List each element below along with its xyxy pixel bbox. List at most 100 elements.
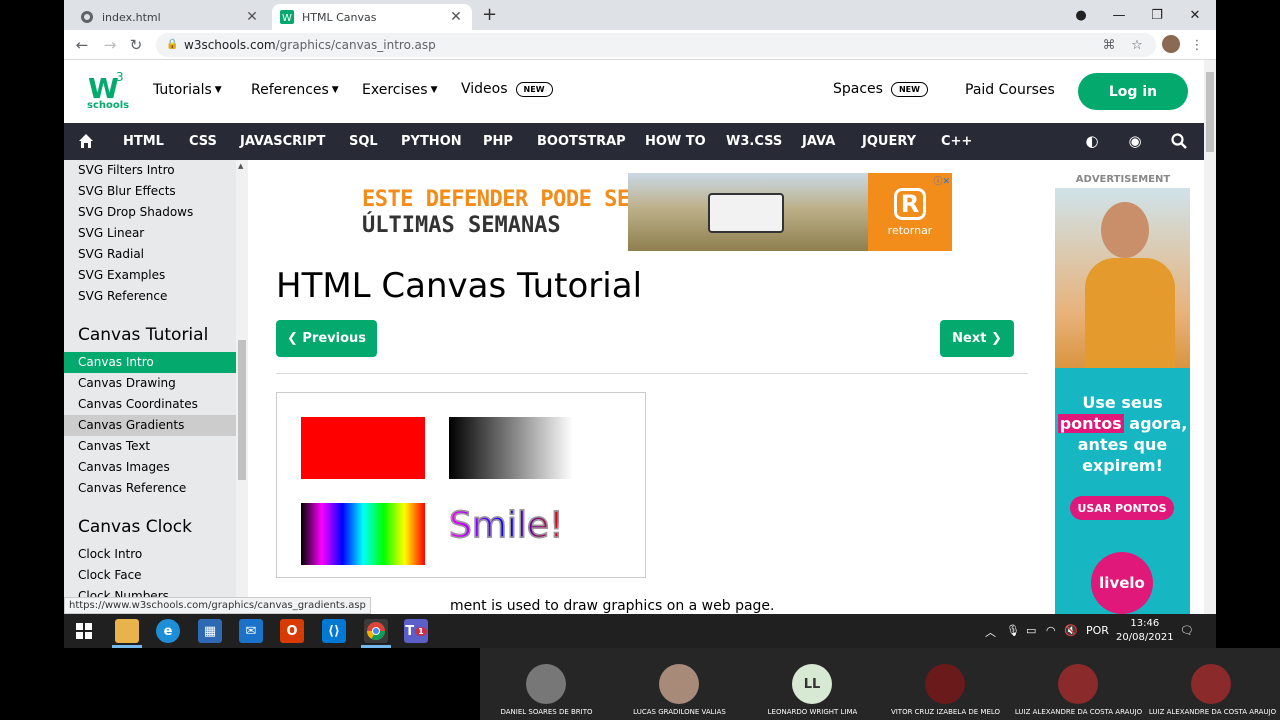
nav-references[interactable]: References ▼ bbox=[251, 82, 339, 98]
nav-spaces[interactable]: Spaces NEW bbox=[833, 81, 928, 97]
profile-avatar[interactable] bbox=[1162, 35, 1180, 53]
previous-button[interactable]: ❮ Previous bbox=[276, 320, 377, 357]
notifications-icon[interactable]: 🗨 bbox=[1180, 624, 1194, 637]
store-icon[interactable]: ▦ bbox=[198, 619, 222, 643]
avatar bbox=[1058, 664, 1098, 704]
teams-icon[interactable]: T1 bbox=[404, 619, 428, 643]
minimize-button[interactable]: — bbox=[1100, 0, 1138, 30]
topic-bootstrap[interactable]: BOOTSTRAP bbox=[537, 134, 626, 149]
new-badge: NEW bbox=[515, 81, 553, 97]
side-ad[interactable]: Use seus pontos agora, antes que expirem… bbox=[1055, 188, 1190, 614]
sidebar-scroll-thumb[interactable] bbox=[238, 340, 246, 480]
topic-javascript[interactable]: JAVASCRIPT bbox=[240, 134, 325, 149]
ad-close-icon[interactable]: ⓘ✕ bbox=[933, 174, 950, 187]
sidebar-heading-canvas: Canvas Tutorial bbox=[78, 325, 209, 345]
sidebar-item[interactable]: Canvas Coordinates bbox=[64, 394, 236, 415]
microphone-icon[interactable]: 🎙 bbox=[1006, 624, 1020, 637]
close-window-button[interactable]: ✕ bbox=[1176, 0, 1214, 30]
windows-start-icon[interactable] bbox=[72, 619, 96, 643]
page-scroll-thumb[interactable] bbox=[1206, 72, 1214, 152]
tab-index[interactable]: index.html ✕ bbox=[72, 4, 268, 30]
participant-tile[interactable]: VITOR CRUZ IZABELA DE MELO bbox=[879, 648, 1012, 720]
sidebar-item[interactable]: SVG Examples bbox=[64, 265, 236, 286]
main-content: ESTE DEFENDER PODE SER SEU ÚLTIMAS SEMAN… bbox=[250, 160, 1042, 614]
back-icon[interactable]: ← bbox=[72, 35, 92, 55]
nav-exercises[interactable]: Exercises ▼ bbox=[362, 82, 437, 98]
participant-tile[interactable]: LUCAS GRADILONE VALIAS bbox=[613, 648, 746, 720]
new-tab-button[interactable]: + bbox=[482, 4, 497, 25]
edge-icon[interactable]: e bbox=[156, 619, 180, 643]
topic-w3css[interactable]: W3.CSS bbox=[726, 134, 782, 149]
page-title: HTML Canvas Tutorial bbox=[276, 266, 643, 306]
vscode-icon[interactable]: ⟨⟩ bbox=[322, 619, 346, 643]
sidebar-item-canvas-intro[interactable]: Canvas Intro bbox=[64, 352, 236, 373]
file-explorer-icon[interactable] bbox=[115, 619, 139, 643]
sidebar-item[interactable]: Canvas Text bbox=[64, 436, 236, 457]
chrome-icon[interactable] bbox=[364, 619, 388, 643]
reload-icon[interactable]: ↻ bbox=[126, 35, 146, 55]
next-button[interactable]: Next ❯ bbox=[940, 320, 1014, 357]
topic-howto[interactable]: HOW TO bbox=[645, 134, 706, 149]
banner-ad[interactable]: ESTE DEFENDER PODE SER SEU ÚLTIMAS SEMAN… bbox=[360, 173, 952, 251]
sidebar-item[interactable]: SVG Drop Shadows bbox=[64, 202, 236, 223]
topic-css[interactable]: CSS bbox=[189, 134, 217, 149]
topic-cpp[interactable]: C++ bbox=[941, 134, 972, 149]
forward-icon[interactable]: → bbox=[100, 35, 120, 55]
topic-python[interactable]: PYTHON bbox=[401, 134, 462, 149]
battery-icon[interactable]: ▭ bbox=[1026, 624, 1036, 637]
nav-tutorials[interactable]: Tutorials ▼ bbox=[153, 82, 222, 98]
topic-php[interactable]: PHP bbox=[483, 134, 513, 149]
office-icon[interactable]: O bbox=[280, 619, 304, 643]
topic-jquery[interactable]: JQUERY bbox=[862, 134, 916, 149]
ad-cta-button[interactable]: USAR PONTOS bbox=[1070, 496, 1174, 520]
nav-videos[interactable]: Videos NEW bbox=[461, 81, 553, 97]
sidebar-item[interactable]: SVG Blur Effects bbox=[64, 181, 236, 202]
sidebar-item[interactable]: Clock Intro bbox=[64, 544, 236, 565]
star-icon[interactable]: ☆ bbox=[1128, 36, 1146, 54]
search-icon[interactable] bbox=[1169, 131, 1189, 151]
w3schools-logo[interactable]: W 3 schools bbox=[86, 70, 130, 114]
home-icon[interactable] bbox=[76, 131, 96, 151]
sidebar-item[interactable]: Canvas Drawing bbox=[64, 373, 236, 394]
profile-menu-icon[interactable]: ● bbox=[1062, 0, 1100, 30]
svg-text:W: W bbox=[282, 13, 292, 24]
tab-strip: index.html ✕ W HTML Canvas ✕ + ● — ❐ ✕ bbox=[64, 0, 1216, 30]
topic-html[interactable]: HTML bbox=[123, 134, 164, 149]
sidebar-item[interactable]: SVG Radial bbox=[64, 244, 236, 265]
sidebar-item-canvas-gradients[interactable]: Canvas Gradients bbox=[64, 415, 236, 436]
translate-icon[interactable]: ⌘ bbox=[1100, 36, 1118, 54]
volume-mute-icon[interactable]: 🔇 bbox=[1064, 624, 1078, 637]
sidebar-item[interactable]: SVG Reference bbox=[64, 286, 236, 307]
login-button[interactable]: Log in bbox=[1078, 73, 1188, 110]
sidebar-item[interactable]: Canvas Reference bbox=[64, 478, 236, 499]
language-indicator[interactable]: POR bbox=[1086, 624, 1109, 637]
wifi-icon[interactable]: ◠ bbox=[1046, 624, 1056, 637]
url-input[interactable]: 🔒 w3schools.com/graphics/canvas_intro.as… bbox=[156, 33, 1156, 57]
more-menu-icon[interactable]: ⋮ bbox=[1188, 36, 1206, 54]
participant-tile[interactable]: LUIZ ALEXANDRE DA COSTA ARAUJO bbox=[1012, 648, 1145, 720]
topic-sql[interactable]: SQL bbox=[349, 134, 378, 149]
globe-icon[interactable]: ◉ bbox=[1125, 131, 1145, 151]
contrast-icon[interactable]: ◐ bbox=[1082, 131, 1102, 151]
system-clock[interactable]: 13:46 20/08/2021 bbox=[1116, 617, 1174, 645]
sidebar-item[interactable]: Canvas Images bbox=[64, 457, 236, 478]
topic-java[interactable]: JAVA bbox=[802, 134, 835, 149]
close-icon[interactable]: ✕ bbox=[244, 9, 260, 25]
scroll-up-icon[interactable]: ▲ bbox=[238, 162, 243, 170]
sidebar-item[interactable]: SVG Linear bbox=[64, 223, 236, 244]
w3schools-favicon-icon: W bbox=[280, 10, 294, 24]
participant-tile[interactable]: DANIEL SOARES DE BRITO bbox=[480, 648, 613, 720]
url-host: w3schools.com bbox=[184, 38, 276, 52]
sidebar-item[interactable]: Clock Face bbox=[64, 565, 236, 586]
nav-paid-courses[interactable]: Paid Courses bbox=[965, 82, 1055, 98]
avatar bbox=[526, 664, 566, 704]
sidebar-item[interactable]: SVG Filters Intro bbox=[64, 160, 236, 181]
participant-tile[interactable]: LUIZ ALEXANDRE DA COSTA ARAUJO bbox=[1145, 648, 1280, 720]
participant-tile[interactable]: LL LEONARDO WRIGHT LIMA bbox=[746, 648, 879, 720]
close-icon[interactable]: ✕ bbox=[448, 9, 464, 25]
chevron-up-icon[interactable]: ︿ bbox=[985, 624, 996, 640]
maximize-button[interactable]: ❐ bbox=[1138, 0, 1176, 30]
tab-html-canvas[interactable]: W HTML Canvas ✕ bbox=[272, 4, 472, 30]
globe-icon bbox=[80, 10, 94, 24]
mail-icon[interactable]: ✉ bbox=[239, 619, 263, 643]
